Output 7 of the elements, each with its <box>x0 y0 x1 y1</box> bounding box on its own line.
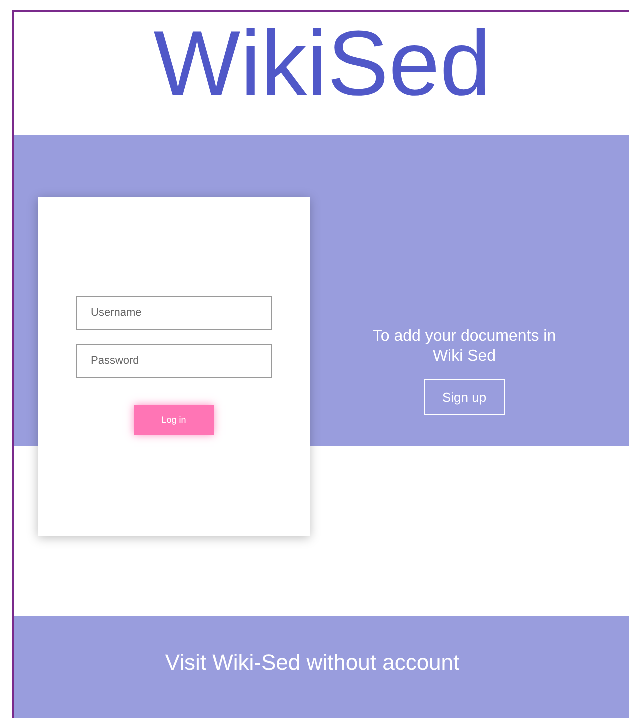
username-field[interactable]: Username <box>76 296 272 330</box>
visit-link[interactable]: Visit Wiki-Sed without account <box>165 650 460 676</box>
signup-button[interactable]: Sign up <box>424 379 505 415</box>
signup-text: To add your documents in Wiki Sed <box>372 327 558 367</box>
password-field[interactable]: Password <box>76 344 272 378</box>
site-title: WikiSed <box>152 12 492 117</box>
login-button[interactable]: Log in <box>134 405 214 435</box>
